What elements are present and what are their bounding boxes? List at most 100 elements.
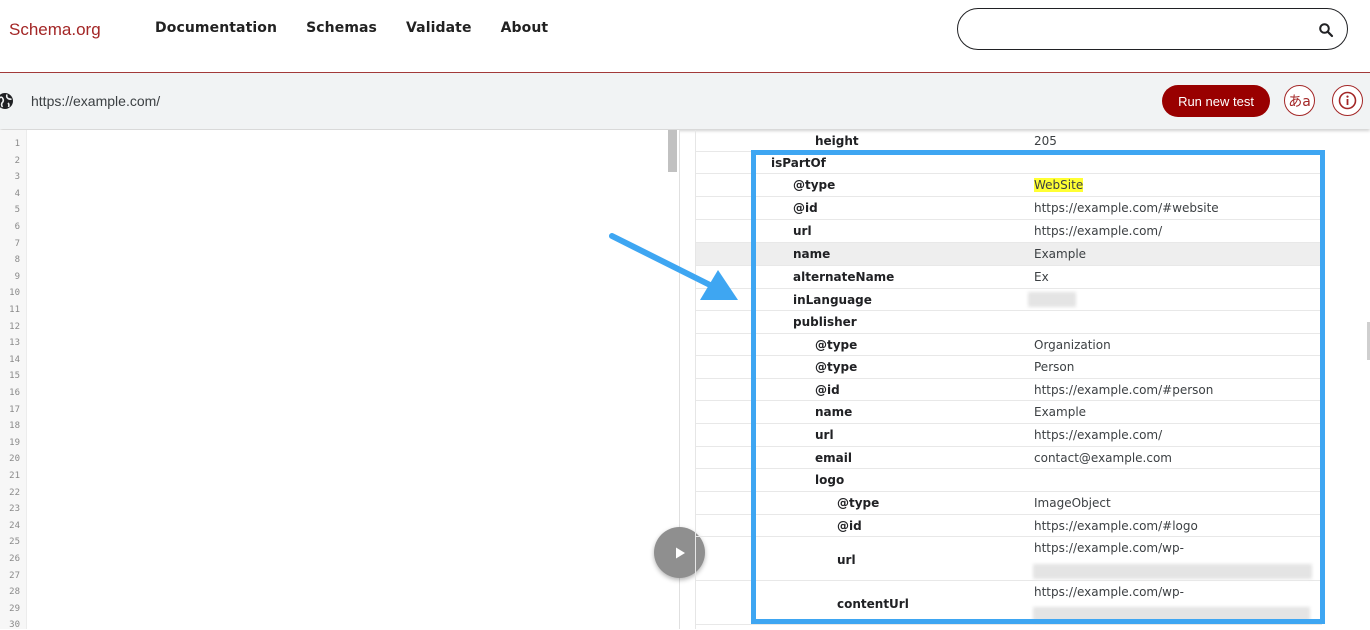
line-number: 16 (9, 388, 20, 398)
property-name: @id (815, 383, 840, 397)
line-number: 4 (14, 188, 20, 199)
line-number: 26 (9, 554, 20, 564)
line-number: 24 (9, 520, 20, 531)
property-value: https://example.com/ (1034, 224, 1163, 238)
property-name: @type (815, 360, 858, 374)
table-row: @id https://example.com/#logo (696, 515, 1322, 537)
site-logo[interactable]: Schema.org (9, 20, 101, 40)
property-value: https://example.com/#person (1034, 383, 1214, 397)
table-row: publisher (696, 311, 1322, 334)
property-value: ImageObject (1034, 496, 1111, 510)
info-button[interactable] (1332, 85, 1363, 116)
table-row: @type ImageObject (696, 492, 1322, 515)
search-box (957, 8, 1348, 50)
redacted-value (1028, 292, 1076, 307)
table-row: url https://example.com/ (696, 220, 1322, 243)
line-number: 8 (14, 255, 20, 266)
property-name: logo (815, 473, 845, 487)
table-row: name Example (696, 401, 1322, 424)
table-row: @type Organization (696, 334, 1322, 356)
table-row: height 205 (696, 130, 1322, 152)
redacted-value (1033, 607, 1310, 622)
line-number: 13 (9, 338, 20, 349)
property-name: contentUrl (837, 597, 909, 611)
property-name: height (815, 134, 859, 148)
property-value: Example (1034, 405, 1087, 419)
nav-about[interactable]: About (501, 20, 549, 36)
structured-data-results: height 205 isPartOf @type WebSite @id https://… (695, 130, 1370, 629)
property-value: https://example.com/wp- (1034, 541, 1184, 555)
property-value: contact@example.com (1034, 451, 1172, 465)
property-value: 205 (1034, 134, 1057, 148)
line-number-gutter: 1 2 3 4 5 6 7 8 9 10 11 12 13 14 15 16 17 18 19 20 21 22 23 24 2… (0, 130, 27, 630)
property-name: isPartOf (771, 156, 826, 170)
table-row: alternateName Ex (696, 266, 1322, 289)
globe-icon (0, 93, 13, 109)
search-icon[interactable] (1318, 22, 1334, 38)
line-number: 5 (14, 205, 20, 216)
line-number: 17 (9, 404, 20, 415)
line-number: 3 (14, 172, 20, 183)
line-number: 10 (9, 288, 20, 299)
nav-validate[interactable]: Validate (406, 20, 472, 36)
table-row: logo (696, 469, 1322, 492)
line-number: 18 (9, 421, 20, 432)
line-number: 22 (9, 487, 20, 498)
table-row: url https://example.com/ (696, 424, 1322, 447)
property-name: @type (793, 178, 836, 192)
tested-url: https://example.com/ (31, 93, 161, 109)
line-number: 6 (14, 222, 20, 232)
table-row: @type WebSite (696, 174, 1322, 197)
property-name: @type (837, 496, 880, 510)
line-number: 28 (9, 587, 20, 598)
nav-schemas[interactable]: Schemas (306, 20, 377, 36)
run-new-test-button[interactable]: Run new test (1162, 85, 1270, 117)
property-name: url (793, 224, 812, 238)
line-number: 21 (9, 471, 20, 481)
property-name: name (815, 405, 853, 419)
property-name: @id (837, 519, 862, 533)
line-number: 15 (9, 371, 20, 382)
property-name: url (837, 553, 856, 567)
property-name: publisher (793, 315, 857, 329)
table-row: @type Person (696, 356, 1322, 379)
language-icon: あa (1288, 93, 1311, 110)
line-number: 7 (14, 238, 20, 249)
table-row: email contact@example.com (696, 447, 1322, 469)
property-name: @type (815, 338, 858, 352)
line-number: 14 (9, 354, 20, 365)
property-name: email (815, 451, 852, 465)
table-row: @id https://example.com/#website (696, 197, 1322, 220)
property-name: alternateName (793, 270, 895, 284)
search-input[interactable] (976, 19, 1310, 41)
property-value: https://example.com/ (1034, 428, 1163, 442)
line-number: 19 (9, 437, 20, 448)
nav-documentation[interactable]: Documentation (155, 20, 277, 36)
language-button[interactable]: あa (1284, 85, 1315, 116)
property-name: @id (793, 201, 818, 215)
table-row: isPartOf (696, 152, 1322, 174)
line-number: 23 (9, 504, 20, 515)
property-value: Example (1034, 247, 1087, 261)
table-row: name Example (696, 243, 1322, 266)
table-row: inLanguage (696, 289, 1322, 311)
property-name: inLanguage (793, 293, 872, 307)
code-editor[interactable]: 1 2 3 4 5 6 7 8 9 10 11 12 13 14 15 16 17 18 19 20 21 22 23 24 2… (0, 130, 680, 630)
table-row: @id https://example.com/#person (696, 379, 1322, 401)
site-header: Schema.org Documentation Schemas Validat… (0, 0, 1370, 73)
line-number: 25 (9, 537, 20, 548)
url-bar: https://example.com/ Run new test あa (0, 73, 1370, 129)
redacted-value (1033, 564, 1312, 579)
line-number: 1 (14, 139, 20, 149)
line-number: 11 (9, 305, 20, 315)
line-number: 29 (9, 603, 20, 614)
property-value: Ex (1034, 270, 1049, 284)
editor-scrollbar[interactable] (668, 130, 677, 172)
line-number: 27 (9, 570, 20, 581)
property-name: name (793, 247, 831, 261)
line-number: 12 (9, 321, 20, 332)
property-value: WebSite (1034, 178, 1084, 192)
property-value: Person (1034, 360, 1075, 374)
line-number: 2 (14, 155, 20, 166)
main-nav: Documentation Schemas Validate About (155, 20, 577, 36)
